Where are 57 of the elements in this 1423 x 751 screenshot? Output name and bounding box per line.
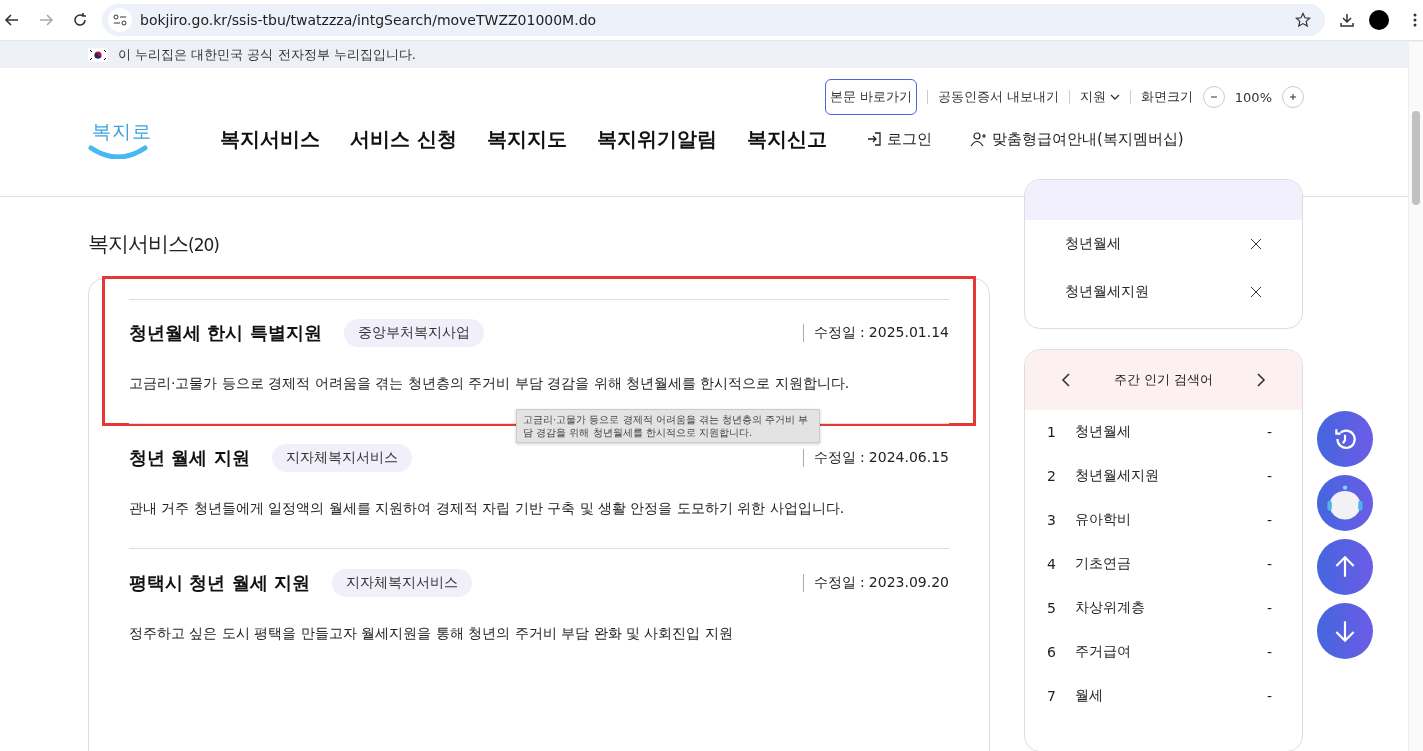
popular-search-item[interactable]: 청년월세 [1075, 422, 1267, 441]
utility-link[interactable]: 본문 바로가기 [824, 79, 917, 115]
rank-number: 2 [1047, 467, 1057, 484]
gov-banner-text: 이 누리집은 대한민국 공식 전자정부 누리집입니다. [118, 45, 416, 64]
nav-menu-item[interactable]: 복지서비스 [220, 125, 320, 153]
date-label: 수정일 : [813, 324, 865, 342]
nav-menu-item[interactable]: 복지위기알림 [596, 125, 717, 153]
rank-change: - [1266, 555, 1272, 572]
service-title[interactable]: 청년월세 한시 특별지원 [129, 321, 322, 345]
results-count: (20) [188, 235, 219, 255]
utility-link[interactable]: 공동인증서 내보내기 [937, 88, 1059, 106]
zoom-label: 화면크기 [1140, 88, 1193, 106]
rank-change: - [1266, 687, 1272, 704]
address-bar[interactable]: bokjiro.go.kr/ssis-tbu/twatzzza/intgSearch/moveTWZZ01000M.do [102, 4, 1325, 36]
date-value: 2025.01.14 [868, 324, 949, 342]
popular-search-item[interactable]: 차상위계층 [1075, 598, 1267, 617]
service-tag: 지자체복지서비스 [331, 569, 472, 597]
utility-link[interactable]: 지원 [1079, 88, 1120, 106]
rank-change: - [1266, 643, 1272, 660]
date-value: 2024.06.15 [868, 449, 949, 467]
date-label: 수정일 : [813, 574, 865, 592]
zoom-value: 100% [1234, 89, 1272, 105]
membership-link[interactable]: 맞춤형급여안내(복지멤버십) [969, 129, 1184, 149]
date-value: 2023.09.20 [868, 574, 949, 592]
rank-change: - [1266, 511, 1272, 528]
service-description: 관내 거주 청년들에게 일정액의 월세를 지원하여 경제적 자립 기반 구축 및 생활 안정을 도모하기 위한 사업입니다. [129, 500, 846, 518]
rank-change: - [1266, 467, 1272, 484]
service-description: 정주하고 싶은 도시 평택을 만들고자 월세지원을 통해 청년의 주거비 부담 완화 및 사회진입 지원 [129, 625, 734, 643]
nav-menu-item[interactable]: 복지지도 [486, 125, 567, 153]
service-tag: 지자체복지서비스 [271, 444, 412, 472]
rank-change: - [1266, 599, 1272, 616]
popular-search-item[interactable]: 기초연금 [1075, 554, 1267, 573]
nav-menu-item[interactable]: 서비스 신청 [350, 125, 457, 153]
rank-number: 4 [1047, 555, 1057, 572]
service-title[interactable]: 청년 월세 지원 [129, 446, 250, 470]
popular-search-item[interactable]: 주거급여 [1075, 642, 1267, 661]
results-title: 복지서비스 [88, 231, 188, 258]
tooltip: 고금리·고물가 등으로 경제적 어려움을 겪는 청년층의 주거비 부담 경감을 위해 청년월세를 한시적으로 지원합니다. [516, 409, 820, 443]
rank-number: 1 [1047, 423, 1057, 440]
popular-search-item[interactable]: 청년월세지원 [1075, 466, 1267, 485]
rank-number: 7 [1047, 687, 1057, 704]
url-text: bokjiro.go.kr/ssis-tbu/twatzzza/intgSearch/moveTWZZ01000M.do [140, 12, 598, 28]
service-title[interactable]: 평택시 청년 월세 지원 [129, 571, 310, 595]
nav-menu-item[interactable]: 복지신고 [746, 125, 827, 153]
recent-search-item[interactable]: 청년월세 [1065, 235, 1121, 253]
date-label: 수정일 : [813, 449, 865, 467]
popular-search-item[interactable]: 월세 [1075, 686, 1267, 705]
rank-number: 6 [1047, 643, 1057, 660]
login-link[interactable]: 로그인 [864, 129, 932, 149]
rank-number: 3 [1047, 511, 1057, 528]
service-tag: 중앙부처복지사업 [343, 319, 484, 347]
rank-change: - [1266, 423, 1272, 440]
recent-search-item[interactable]: 청년월세지원 [1065, 283, 1149, 301]
service-description: 고금리·고물가 등으로 경제적 어려움을 겪는 청년층의 주거비 부담 경감을 위해 청년월세를 한시적으로 지원합니다. [129, 375, 851, 393]
rank-number: 5 [1047, 599, 1057, 616]
popular-title: 주간 인기 검색어 [1113, 370, 1214, 389]
popular-search-item[interactable]: 유아학비 [1075, 510, 1267, 529]
